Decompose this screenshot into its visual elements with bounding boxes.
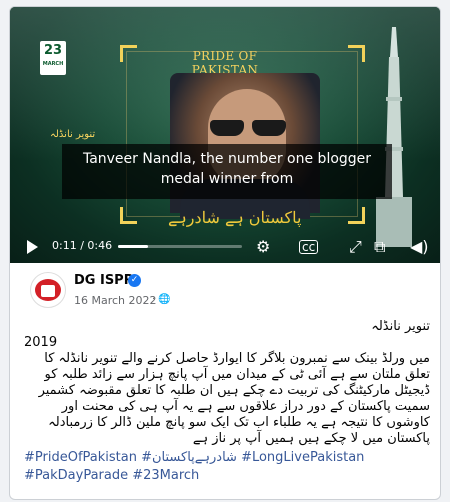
author-name[interactable]: DG ISPR xyxy=(74,273,134,288)
post-date[interactable]: 16 March 2022 xyxy=(74,294,157,307)
sunglasses xyxy=(210,120,288,136)
urdu-overlay-text: پاکستان ہے شادرہے xyxy=(168,208,302,227)
post-paragraph-urdu: میں ورلڈ بینک سے نمبرون بلاگر کا ایوارڈ … xyxy=(38,351,430,446)
video-player[interactable]: 23 MARCH PRIDE OF PAKISTAN تنویر نانڈلہ … xyxy=(10,7,440,263)
globe-icon: · 🌐 xyxy=(152,294,171,305)
captions-icon[interactable]: cc xyxy=(299,240,319,254)
minar-e-pakistan-icon xyxy=(376,27,412,247)
volume-icon[interactable]: ◀) xyxy=(410,237,429,256)
23-march-logo: 23 MARCH xyxy=(40,41,66,75)
side-urdu-text: تنویر نانڈلہ xyxy=(50,129,96,140)
post-year: 2019 xyxy=(24,335,58,350)
fullscreen-icon[interactable]: ⤢ xyxy=(349,237,362,257)
hashtags: #PrideOfPakistan #شادرہےپاکستان #LongLiv… xyxy=(24,449,430,485)
play-icon[interactable] xyxy=(27,240,38,254)
video-controls: 0:11 / 0:46 ⚙ cc ⤢ ⧉ ◀) xyxy=(10,231,440,263)
pip-icon[interactable]: ⧉ xyxy=(374,237,385,257)
post-text: تنویر نانڈلہ 2019 میں ورلڈ بینک سے نمبرو… xyxy=(24,319,430,485)
progress-fill xyxy=(118,245,148,248)
post-card: 23 MARCH PRIDE OF PAKISTAN تنویر نانڈلہ … xyxy=(9,6,441,500)
time-display: 0:11 / 0:46 xyxy=(52,239,113,252)
verified-badge-icon: ✓ xyxy=(128,274,141,287)
hashtags-line-2[interactable]: #PakDayParade #23March xyxy=(24,467,430,485)
settings-icon[interactable]: ⚙ xyxy=(256,237,270,256)
progress-bar[interactable] xyxy=(118,245,242,248)
post-title-urdu: تنویر نانڈلہ xyxy=(371,319,430,334)
avatar[interactable] xyxy=(30,272,66,308)
video-caption: Tanveer Nandla, the number one blogger m… xyxy=(62,144,392,199)
post-header: DG ISPR ✓ 16 March 2022 · 🌐 xyxy=(10,263,440,313)
hashtags-line-1[interactable]: #PrideOfPakistan #شادرہےپاکستان #LongLiv… xyxy=(24,449,430,467)
